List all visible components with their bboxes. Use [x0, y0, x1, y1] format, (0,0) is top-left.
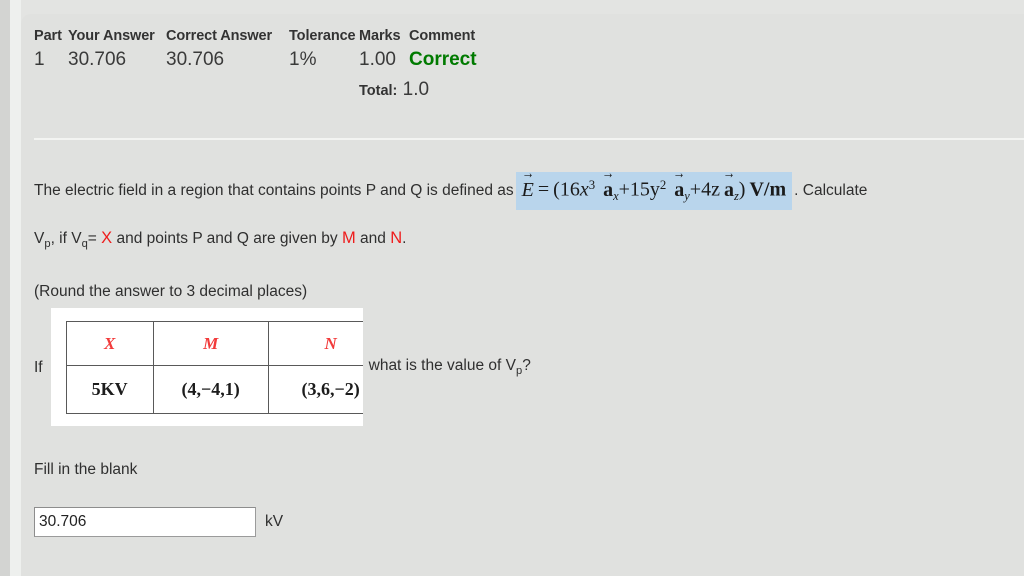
formula-term3-var: z	[711, 178, 720, 201]
formula-term3-coeff: 4	[701, 178, 712, 201]
question-body: The electric field in a region that cont…	[34, 172, 1019, 301]
cell-marks: 1.00	[359, 49, 396, 70]
header-part: Part	[34, 28, 62, 44]
question-line-1-suffix: . Calculate	[794, 181, 868, 199]
status-badge: Correct	[409, 49, 477, 70]
value-table-header-n: N	[267, 321, 363, 366]
header-your-answer: Your Answer	[68, 28, 155, 44]
header-tolerance: Tolerance	[289, 28, 356, 44]
electric-field-formula: E=(16x3ax+15y2ay+4zaz)V/m	[515, 172, 793, 210]
question-line-1-prefix: The electric field in a region that cont…	[34, 181, 514, 199]
question-line-2-c: =	[87, 229, 102, 247]
section-divider	[34, 138, 1024, 140]
formula-ay-vector: a	[674, 179, 684, 201]
question-line-2: Vp, if Vq= X and points P and Q are give…	[34, 229, 1019, 253]
rounding-note: (Round the answer to 3 decimal places)	[34, 282, 308, 300]
results-summary: Part Your Answer Correct Answer Toleranc…	[34, 28, 534, 101]
formula-E-vector: E	[522, 179, 534, 201]
question-line-1: The electric field in a region that cont…	[34, 172, 1019, 210]
question-line-2-e: and	[355, 229, 391, 247]
results-header-row: Part Your Answer Correct Answer Toleranc…	[34, 28, 534, 44]
variable-n: N	[390, 228, 403, 247]
question-line-2-f: .	[402, 229, 407, 247]
value-table-cell-m: (4,−4,1)	[152, 365, 269, 414]
value-table-data-row: 5KV (4,−4,1) (3,6,−2)	[65, 365, 363, 414]
formula-ax-vector: a	[603, 179, 613, 201]
if-label: If	[34, 359, 43, 376]
formula-plus-1: +	[618, 178, 630, 201]
answer-unit-label: kV	[265, 513, 284, 530]
header-correct-answer: Correct Answer	[166, 28, 273, 44]
total-row: Total: 1.0	[359, 79, 534, 101]
formula-az-vector: a	[724, 179, 734, 201]
value-table-header-m: M	[152, 321, 269, 366]
page-left-gutter	[10, 0, 21, 576]
value-table-cell-x: 5KV	[65, 365, 154, 414]
fill-in-the-blank-label: Fill in the blank	[34, 461, 138, 478]
what-is-text: what is the value of V	[368, 356, 516, 374]
variable-m: M	[341, 228, 356, 247]
value-table-card: X M N 5KV (4,−4,1) (3,6,−2)	[50, 308, 363, 426]
what-is-question-mark: ?	[522, 356, 531, 374]
formula-term2-coeff: 15	[629, 178, 650, 201]
answer-input[interactable]	[34, 507, 256, 537]
formula-term1-exponent: 3	[588, 178, 596, 192]
value-table-header-row: X M N	[65, 321, 363, 366]
total-label: Total:	[359, 83, 398, 99]
total-value: 1.0	[402, 79, 430, 100]
results-data-row: 1 30.706 30.706 1% 1.00 Correct	[34, 49, 534, 71]
vp-symbol: V	[34, 229, 45, 247]
header-comment: Comment	[409, 28, 476, 44]
formula-open-paren: (	[553, 178, 560, 201]
answer-row: kV	[34, 507, 283, 537]
value-table-header-x: X	[65, 321, 154, 366]
cell-tolerance: 1%	[289, 49, 317, 70]
value-table-section: If X M N 5KV (4,−4,1) (3,6,−2) what is t…	[34, 308, 531, 426]
formula-plus-2: +	[689, 178, 702, 201]
formula-term2-exponent: 2	[659, 178, 667, 192]
value-table-cell-n: (3,6,−2)	[267, 365, 363, 414]
question-line-2-d: and points P and Q are given by	[112, 229, 342, 247]
cell-your-answer: 30.706	[68, 49, 127, 70]
value-table: X M N 5KV (4,−4,1) (3,6,−2)	[65, 321, 363, 414]
variable-x: X	[101, 228, 113, 247]
formula-term1-coeff: 16	[559, 178, 580, 201]
question-content-panel: Part Your Answer Correct Answer Toleranc…	[21, 14, 1024, 576]
formula-close-paren: )	[738, 178, 746, 201]
formula-term2-var: y	[649, 178, 660, 201]
question-line-2-b: , if V	[50, 229, 82, 247]
header-marks: Marks	[359, 28, 401, 44]
formula-equals: =	[537, 178, 550, 201]
cell-correct-answer: 30.706	[166, 49, 225, 70]
what-is-the-value-label: what is the value of Vp?	[369, 357, 531, 377]
formula-units: V/m	[749, 178, 787, 201]
formula-term1-var: x	[579, 178, 589, 201]
page-left-edge-strip	[0, 0, 10, 576]
cell-part: 1	[34, 49, 45, 70]
